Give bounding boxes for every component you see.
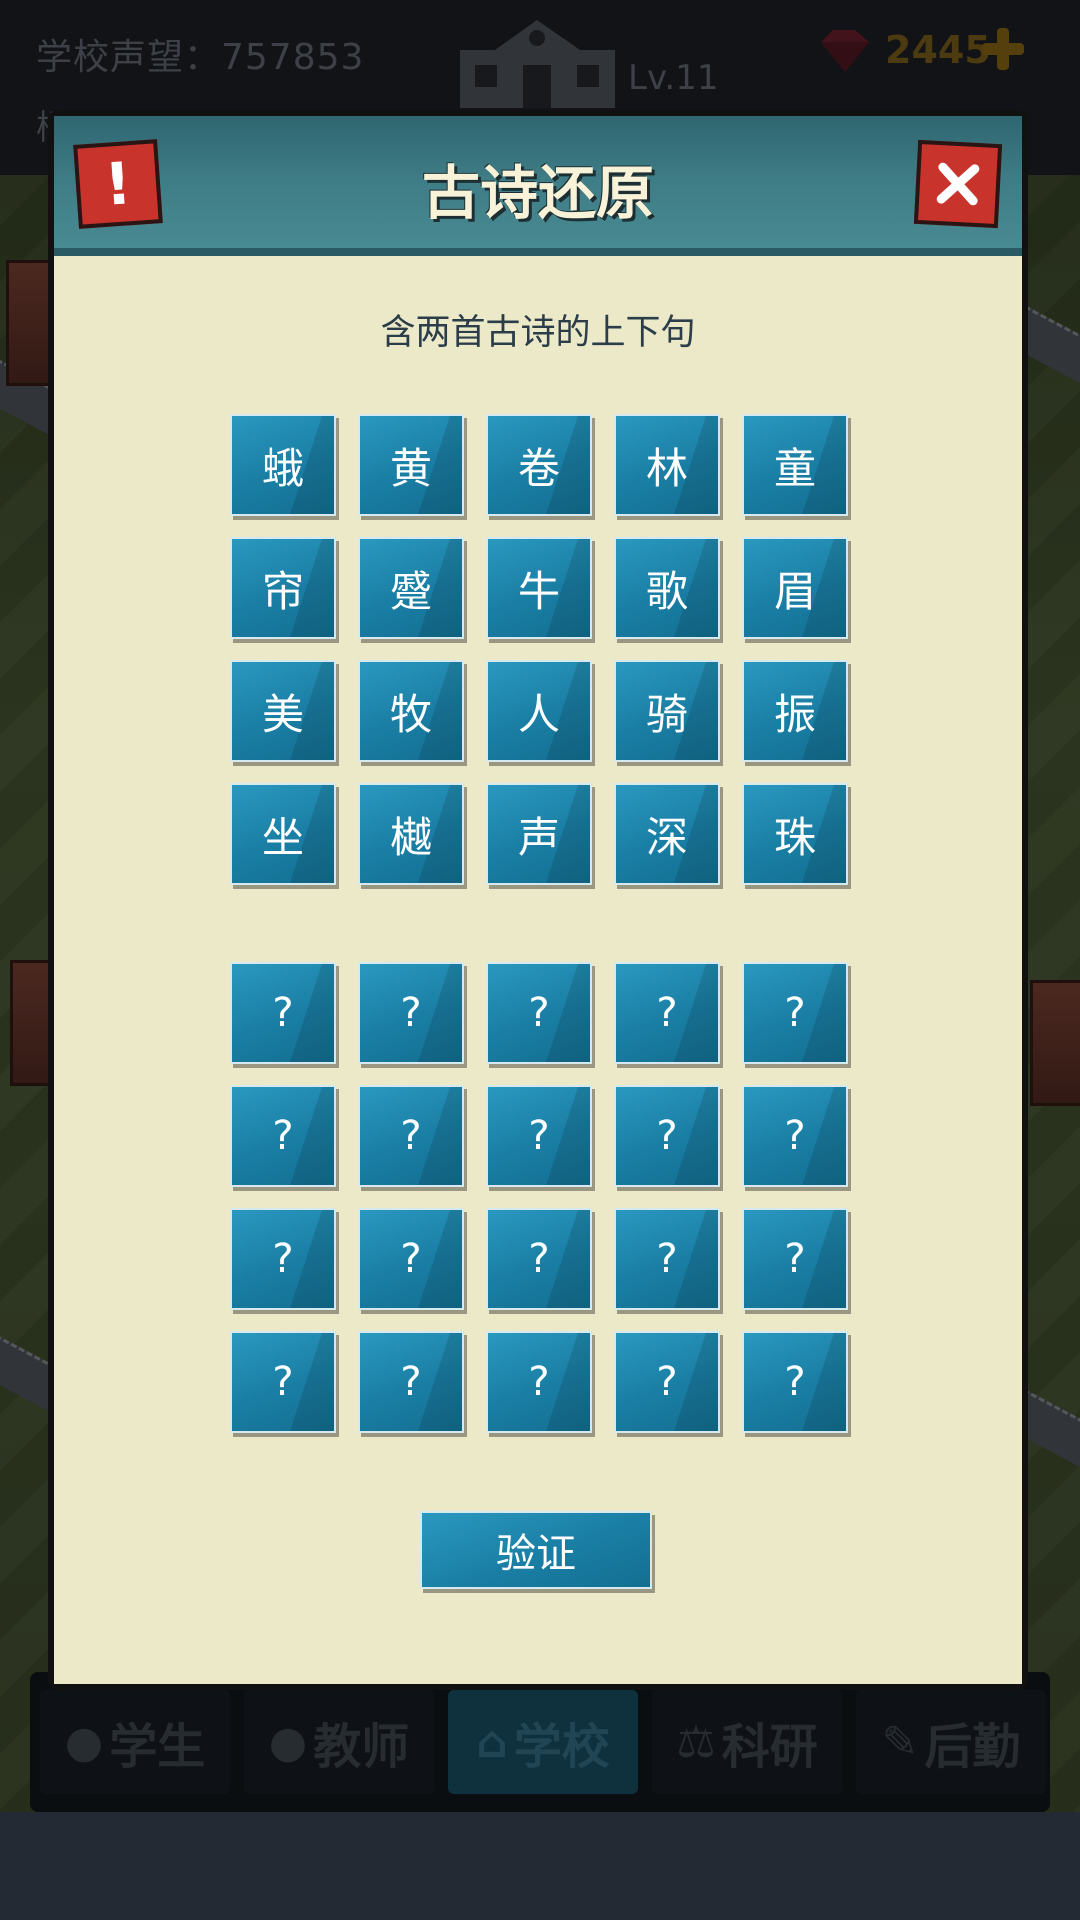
answer-slot[interactable]: ? bbox=[614, 1208, 720, 1310]
answer-slot[interactable]: ? bbox=[358, 1085, 464, 1187]
character-tile[interactable]: 蹙 bbox=[358, 537, 464, 639]
character-label: 珠 bbox=[773, 812, 816, 862]
character-tile[interactable]: 卷 bbox=[486, 414, 592, 516]
character-label: 樾 bbox=[389, 812, 432, 862]
close-button[interactable] bbox=[913, 139, 1003, 229]
slot-placeholder: ? bbox=[528, 1359, 550, 1405]
slot-placeholder: ? bbox=[784, 1236, 806, 1282]
answer-slot[interactable]: ? bbox=[614, 1331, 720, 1433]
character-label: 牛 bbox=[517, 566, 560, 616]
slot-placeholder: ? bbox=[272, 990, 294, 1036]
answer-slot[interactable]: ? bbox=[742, 1331, 848, 1433]
character-label: 声 bbox=[517, 812, 560, 862]
character-tile[interactable]: 歌 bbox=[614, 537, 720, 639]
slot-placeholder: ? bbox=[656, 990, 678, 1036]
alert-button[interactable]: ! bbox=[73, 139, 163, 229]
character-label: 蛾 bbox=[261, 443, 304, 493]
character-tile[interactable]: 黄 bbox=[358, 414, 464, 516]
character-label: 振 bbox=[773, 689, 816, 739]
slot-placeholder: ? bbox=[656, 1236, 678, 1282]
character-label: 蹙 bbox=[389, 566, 432, 616]
slot-placeholder: ? bbox=[656, 1359, 678, 1405]
slot-placeholder: ? bbox=[656, 1113, 678, 1159]
dialog-body: 古诗还原 ! 含两首古诗的上下句 验证 蛾 黄 卷 林 童帘 蹙 牛 歌 眉美 牧 人 骑 振坐 樾 声 深 珠… bbox=[54, 116, 1022, 1684]
instruction-text: 含两首古诗的上下句 bbox=[380, 313, 696, 353]
dialog-header: 古诗还原 ! bbox=[54, 116, 1022, 256]
slot-placeholder: ? bbox=[784, 1113, 806, 1159]
character-tile[interactable]: 深 bbox=[614, 783, 720, 885]
character-label: 童 bbox=[773, 443, 816, 493]
slot-placeholder: ? bbox=[528, 990, 550, 1036]
character-tile[interactable]: 牛 bbox=[486, 537, 592, 639]
character-tile[interactable]: 人 bbox=[486, 660, 592, 762]
character-tile[interactable]: 眉 bbox=[742, 537, 848, 639]
answer-slot[interactable]: ? bbox=[230, 1085, 336, 1187]
character-label: 深 bbox=[645, 812, 688, 862]
answer-slot[interactable]: ? bbox=[486, 962, 592, 1064]
answer-slot[interactable]: ? bbox=[614, 1085, 720, 1187]
slot-placeholder: ? bbox=[272, 1113, 294, 1159]
character-label: 骑 bbox=[645, 689, 688, 739]
slot-placeholder: ? bbox=[528, 1113, 550, 1159]
answer-slot[interactable]: ? bbox=[742, 1085, 848, 1187]
character-label: 歌 bbox=[645, 566, 688, 616]
character-tile[interactable]: 林 bbox=[614, 414, 720, 516]
answer-slot[interactable]: ? bbox=[230, 1331, 336, 1433]
slot-placeholder: ? bbox=[400, 990, 422, 1036]
character-label: 人 bbox=[517, 689, 560, 739]
slot-placeholder: ? bbox=[528, 1236, 550, 1282]
character-tile[interactable]: 蛾 bbox=[230, 414, 336, 516]
character-tile[interactable]: 声 bbox=[486, 783, 592, 885]
character-label: 卷 bbox=[517, 443, 560, 493]
answer-slot[interactable]: ? bbox=[486, 1331, 592, 1433]
answer-slot[interactable]: ? bbox=[486, 1085, 592, 1187]
character-tile[interactable]: 牧 bbox=[358, 660, 464, 762]
answer-slot[interactable]: ? bbox=[230, 1208, 336, 1310]
character-label: 眉 bbox=[773, 566, 816, 616]
answer-slot[interactable]: ? bbox=[358, 1331, 464, 1433]
character-tile[interactable]: 美 bbox=[230, 660, 336, 762]
verify-label: 验证 bbox=[496, 1531, 576, 1577]
answer-slot[interactable]: ? bbox=[486, 1208, 592, 1310]
character-label: 黄 bbox=[389, 443, 432, 493]
answer-slot[interactable]: ? bbox=[358, 962, 464, 1064]
slot-placeholder: ? bbox=[272, 1236, 294, 1282]
character-tile[interactable]: 樾 bbox=[358, 783, 464, 885]
answer-slot[interactable]: ? bbox=[230, 962, 336, 1064]
answer-slot[interactable]: ? bbox=[742, 1208, 848, 1310]
character-tile[interactable]: 坐 bbox=[230, 783, 336, 885]
character-tile[interactable]: 帘 bbox=[230, 537, 336, 639]
answer-slot[interactable]: ? bbox=[358, 1208, 464, 1310]
exclamation-icon: ! bbox=[102, 149, 134, 219]
slot-placeholder: ? bbox=[400, 1236, 422, 1282]
close-icon bbox=[936, 162, 980, 206]
slot-placeholder: ? bbox=[784, 990, 806, 1036]
slot-placeholder: ? bbox=[400, 1113, 422, 1159]
character-tile[interactable]: 骑 bbox=[614, 660, 720, 762]
slot-placeholder: ? bbox=[272, 1359, 294, 1405]
answer-slot[interactable]: ? bbox=[742, 962, 848, 1064]
character-label: 帘 bbox=[261, 566, 304, 616]
slot-placeholder: ? bbox=[400, 1359, 422, 1405]
character-label: 牧 bbox=[389, 689, 432, 739]
character-tile[interactable]: 振 bbox=[742, 660, 848, 762]
character-tile[interactable]: 童 bbox=[742, 414, 848, 516]
slot-placeholder: ? bbox=[784, 1359, 806, 1405]
character-label: 坐 bbox=[261, 812, 304, 862]
verify-button[interactable]: 验证 bbox=[420, 1511, 652, 1589]
character-label: 林 bbox=[645, 443, 688, 493]
poem-restore-dialog: 古诗还原 ! 含两首古诗的上下句 验证 蛾 黄 卷 林 童帘 蹙 牛 歌 眉美 牧 人 骑 振坐 樾 声 深 珠… bbox=[48, 110, 1028, 1690]
answer-slot[interactable]: ? bbox=[614, 962, 720, 1064]
character-label: 美 bbox=[261, 689, 304, 739]
character-tile[interactable]: 珠 bbox=[742, 783, 848, 885]
dialog-title: 古诗还原 bbox=[421, 159, 654, 227]
